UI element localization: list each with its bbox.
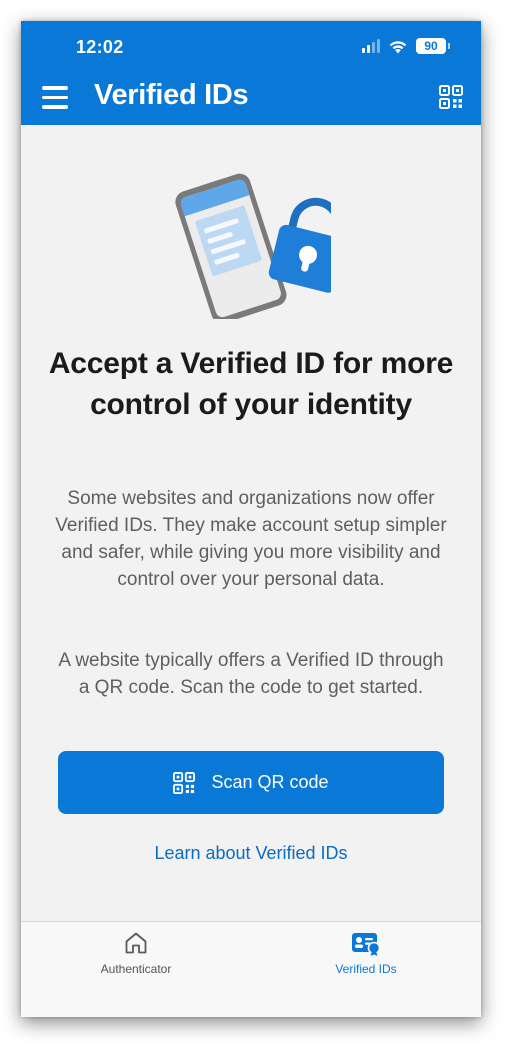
scan-qr-code-label: Scan QR code: [211, 772, 329, 792]
description-text: Some websites and organizations now offe…: [55, 488, 447, 590]
status-icons: 90: [362, 38, 450, 54]
verified-id-icon: [352, 933, 381, 956]
tab-authenticator[interactable]: Authenticator: [56, 930, 216, 976]
instruction-text: A website typically offers a Verified ID…: [58, 650, 444, 698]
app-header: 12:02 90 Verified IDs: [21, 21, 481, 125]
wifi-icon: [389, 40, 407, 53]
main-heading: Accept a Verified ID for more control of…: [48, 347, 454, 421]
menu-icon-line: [42, 105, 68, 109]
home-icon: [125, 932, 147, 954]
tab-verified-ids-label: Verified IDs: [335, 962, 397, 976]
bottom-tab-bar: Authenticator Verified IDs: [21, 921, 481, 1017]
qr-code-icon: [173, 771, 196, 794]
status-time: 12:02: [76, 37, 124, 57]
tab-authenticator-label: Authenticator: [100, 962, 172, 976]
cellular-signal-icon: [362, 39, 380, 53]
phone-screen: 12:02 90 Verified IDs Accept a Verified …: [21, 21, 481, 1017]
menu-button[interactable]: [42, 86, 68, 109]
menu-icon-line: [42, 86, 68, 90]
learn-about-verified-ids-link[interactable]: Learn about Verified IDs: [21, 843, 481, 864]
page-title: Verified IDs: [94, 79, 249, 111]
battery-icon: 90: [416, 38, 450, 54]
menu-icon-line: [42, 95, 68, 99]
qr-code-icon: [439, 85, 463, 109]
phone-lock-illustration: [175, 173, 331, 319]
scan-qr-code-button[interactable]: Scan QR code: [58, 751, 444, 814]
tab-verified-ids[interactable]: Verified IDs: [286, 930, 446, 976]
qr-scan-header-button[interactable]: [439, 85, 463, 109]
